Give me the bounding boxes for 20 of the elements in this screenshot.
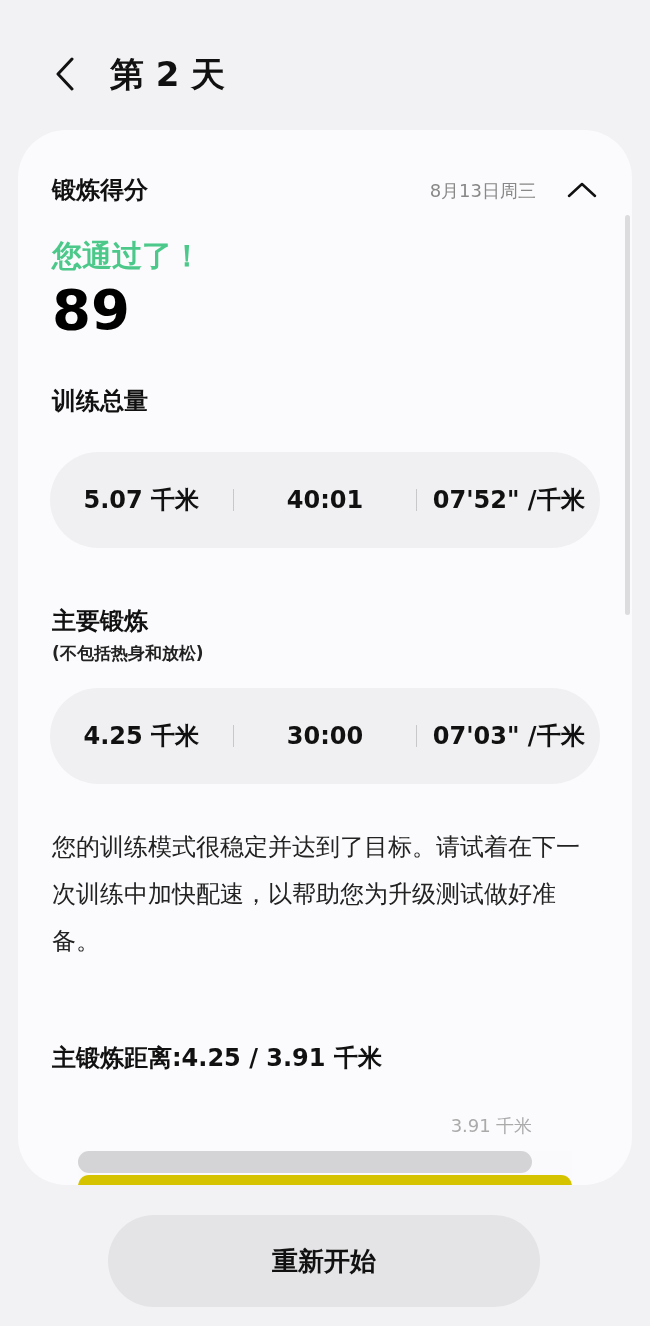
target-label: 3.91 千米 <box>449 1114 533 1138</box>
chevron-icon <box>567 182 597 198</box>
date-label: 8月13日周三 <box>429 178 536 203</box>
result-text: 您通过了！ <box>52 237 203 275</box>
page-title: 第 2 天 <box>110 52 226 96</box>
section-note: (不包括热身和放松) <box>52 642 205 665</box>
section-title: 训练总量 <box>52 386 149 417</box>
stat-value: 40:01 <box>285 485 365 516</box>
section-title: 主要锻炼 <box>52 606 149 637</box>
card-title: 锻炼得分 <box>52 175 148 206</box>
stat-value: 07'03" /千米 <box>431 721 586 752</box>
distance-title: 主锻炼距离:4.25 / 3.91 千米 <box>52 1043 383 1074</box>
message-text: 您的训练模式很稳定并达到了目标。请试着在下一次训练中加快配速，以帮助您为升级测试做好准备。 <box>52 832 581 957</box>
stat-value: 07'52" /千米 <box>431 485 586 516</box>
stat-value: 5.07 千米 <box>82 485 201 516</box>
stat-value: 30:00 <box>285 721 365 752</box>
back-icon <box>55 57 75 91</box>
stat-value: 4.25 千米 <box>82 721 201 752</box>
score-value: 89 <box>52 278 131 342</box>
restart-button[interactable]: 重新开始 <box>108 1215 540 1307</box>
